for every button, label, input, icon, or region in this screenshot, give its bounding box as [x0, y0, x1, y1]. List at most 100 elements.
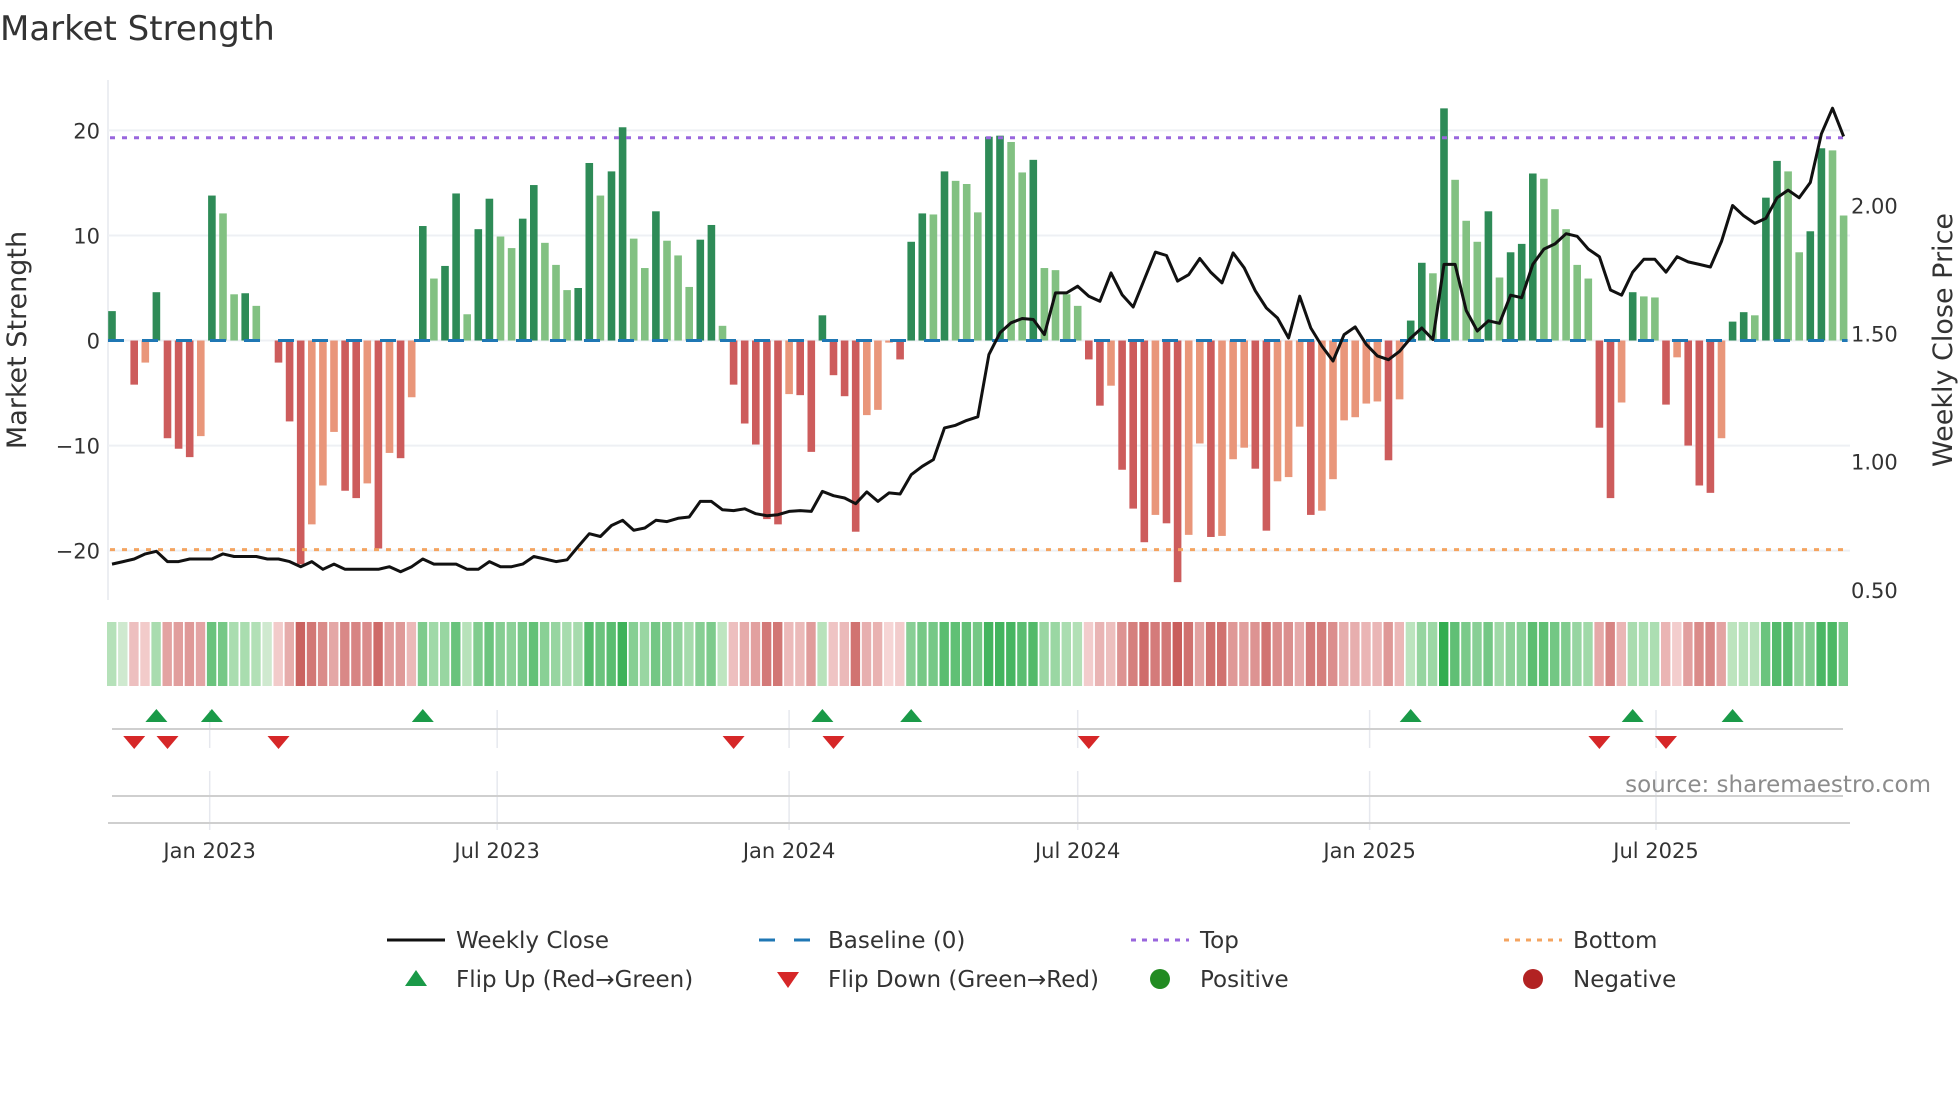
bar-negative: [141, 340, 150, 363]
bar-positive: [1751, 315, 1759, 341]
bar-positive: [108, 311, 116, 341]
bar-negative: [1617, 340, 1626, 403]
source-label: source: sharemaestro.com: [1625, 772, 1931, 798]
strip-cell: [617, 622, 627, 686]
bar-positive: [1440, 108, 1448, 341]
strip-cell: [1305, 622, 1316, 686]
strip-cell: [628, 622, 639, 686]
strip-cell: [1372, 622, 1382, 686]
strip-cell: [1661, 622, 1671, 686]
strip-cell: [417, 622, 428, 686]
strip-cell: [1694, 622, 1704, 686]
bar-negative: [163, 340, 172, 439]
bar-positive: [918, 213, 927, 341]
bar-negative: [130, 340, 138, 385]
strip-cell: [573, 622, 583, 686]
date-axis: Jan 2023 Jul 2023 Jan 2024 Jul 2024 Jan 2025…: [108, 771, 1850, 863]
strip-cell: [551, 622, 561, 686]
bar-positive: [1573, 264, 1581, 341]
bar-positive: [1018, 172, 1026, 341]
strip-cell: [1106, 622, 1116, 686]
bar-negative: [829, 340, 838, 376]
legend-label: Flip Down (Green→Red): [828, 967, 1099, 993]
strip-cell: [218, 622, 228, 686]
strip-cell: [1339, 622, 1349, 686]
flip-down-marker: [1588, 736, 1611, 749]
strip-cell: [1128, 622, 1138, 686]
bar-positive: [1784, 171, 1792, 341]
strip-cell: [806, 622, 816, 686]
bar-negative: [807, 340, 816, 452]
bar-positive: [518, 218, 527, 341]
bar-negative: [1373, 340, 1382, 402]
bar-negative: [185, 340, 194, 458]
bar-positive: [940, 171, 949, 341]
bar-positive: [1029, 159, 1038, 341]
bar-negative: [396, 340, 405, 459]
bar-positive: [1773, 160, 1781, 341]
bar-positive: [530, 185, 538, 341]
bar-negative: [1173, 340, 1182, 583]
strip-cell: [1472, 622, 1482, 686]
strip-cell: [950, 622, 960, 686]
strip-cell: [1716, 622, 1726, 686]
strip-cell: [1361, 622, 1371, 686]
legend-label: Bottom: [1573, 928, 1657, 954]
bar-positive: [1817, 148, 1826, 341]
bar-positive: [718, 325, 727, 341]
bar-positive: [507, 248, 516, 341]
flip-down-marker: [722, 736, 745, 749]
bar-positive: [441, 265, 449, 341]
bar-positive: [707, 224, 716, 341]
bar-positive: [907, 241, 915, 341]
date-tick-label: Jul 2023: [452, 839, 539, 863]
strip-cell: [1261, 622, 1271, 686]
flip-up-marker: [411, 709, 434, 722]
left-axis-ticks: 20 10 0 −10 −20: [56, 119, 100, 563]
bar-negative: [1196, 340, 1204, 444]
strip-cell: [329, 622, 339, 686]
strip-cell: [107, 622, 117, 686]
strip-cell: [839, 622, 849, 686]
bar-positive: [574, 288, 582, 341]
bar-negative: [1351, 340, 1359, 418]
strip-cell: [1328, 622, 1338, 686]
flip-up-marker: [1621, 709, 1644, 722]
strip-cell: [983, 622, 994, 686]
bar-positive: [219, 213, 227, 341]
strip-cell: [1838, 622, 1848, 686]
strip-cell: [1572, 622, 1582, 686]
strip-cell: [1705, 622, 1715, 686]
strip-cell: [817, 622, 827, 686]
bar-negative: [1184, 340, 1193, 535]
bar-negative: [1129, 340, 1137, 509]
strip-cell: [1638, 622, 1649, 686]
strip-cell: [1161, 622, 1171, 686]
bar-negative: [1151, 340, 1160, 515]
bar-negative: [1273, 340, 1282, 482]
strip-cell: [995, 622, 1005, 686]
strip-cell: [695, 622, 705, 686]
bar-positive: [1062, 294, 1071, 341]
strip-cell: [906, 622, 916, 686]
strip-cell: [1483, 622, 1493, 686]
bar-negative: [1673, 340, 1681, 358]
flip-down-marker: [156, 736, 179, 749]
bar-positive: [1451, 179, 1459, 341]
strip-cell: [639, 622, 650, 686]
strip-cell: [140, 622, 150, 686]
bar-positive: [1540, 178, 1548, 341]
bar-negative: [1595, 340, 1604, 428]
bar-positive: [1495, 277, 1504, 341]
strip-cell: [1516, 622, 1527, 686]
flip-up-marker: [1721, 709, 1744, 722]
strip-cell: [362, 622, 372, 686]
left-axis-title: Market Strength: [2, 231, 33, 449]
bar-negative: [1240, 340, 1248, 448]
bar-positive: [974, 212, 982, 341]
strip-cell: [872, 622, 883, 686]
strip-cell: [1583, 622, 1593, 686]
bar-positive: [485, 198, 494, 341]
strip-cell: [1072, 622, 1083, 686]
bar-positive: [552, 264, 560, 341]
